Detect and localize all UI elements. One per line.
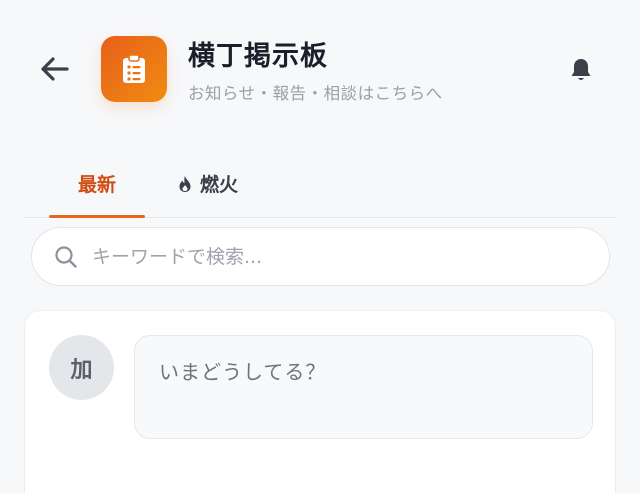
tab-label: 燃火 [199, 174, 238, 196]
tab-label: 最新 [77, 174, 116, 196]
app-logo [101, 36, 167, 102]
search-input[interactable] [92, 245, 572, 268]
bell-icon [571, 59, 591, 80]
arrow-left-icon [41, 57, 69, 81]
post-composer: 加 いまどうしてる？ [24, 310, 616, 493]
search-icon [55, 245, 77, 268]
tab-bar: 最新 燃火 [24, 150, 616, 218]
notifications-button[interactable] [562, 52, 600, 88]
page-title: 横丁掲示板 [188, 41, 328, 72]
post-input[interactable]: いまどうしてる？ [134, 335, 593, 439]
board-screen: 横丁掲示板 お知らせ・報告・相談はこちらへ 最新 燃火 加 いまどうしてる？ [0, 0, 640, 493]
avatar: 加 [49, 335, 114, 400]
tab-latest[interactable]: 最新 [49, 150, 145, 218]
back-button[interactable] [34, 50, 76, 88]
page-subtitle: お知らせ・報告・相談はこちらへ [188, 84, 443, 103]
clipboard-list-icon [123, 54, 145, 83]
tab-hot[interactable]: 燃火 [167, 150, 249, 217]
fire-icon [179, 175, 191, 192]
search-bar [31, 227, 610, 286]
